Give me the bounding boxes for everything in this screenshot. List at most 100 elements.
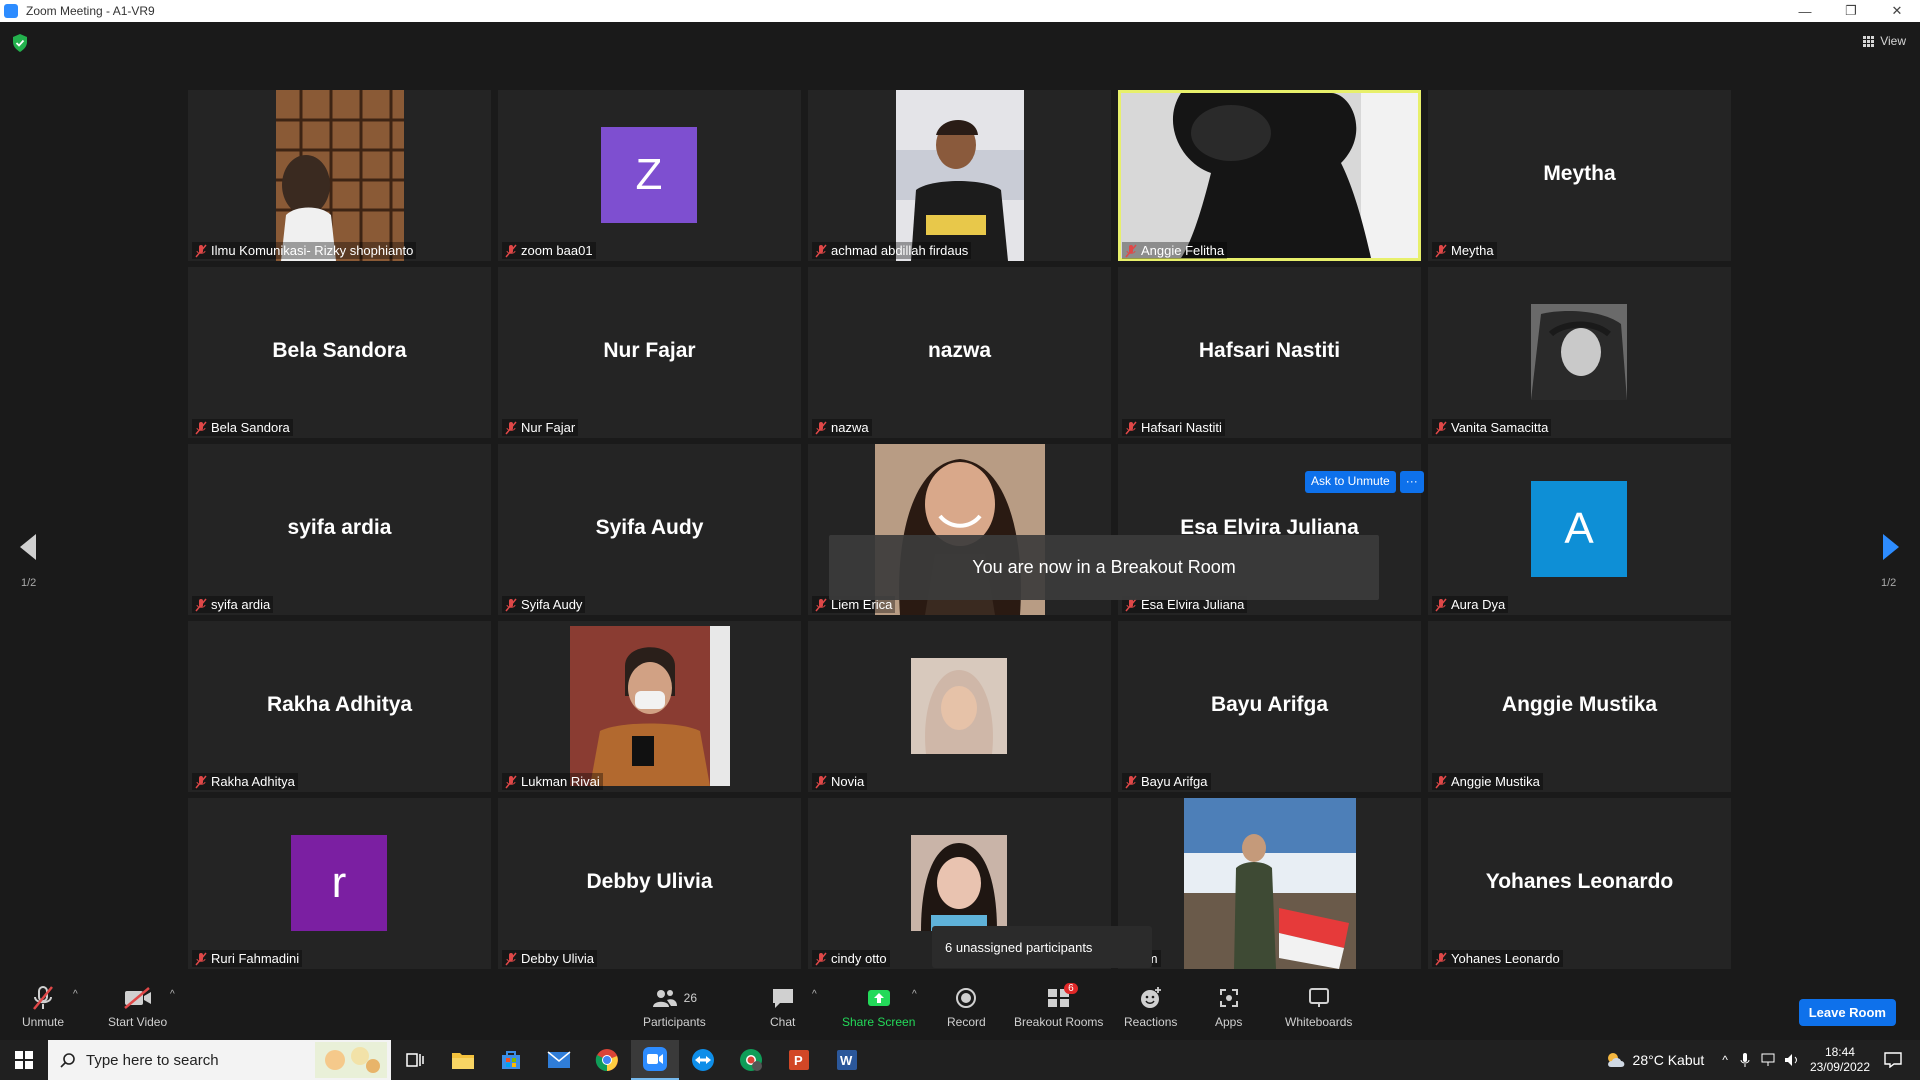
- mail-taskbar-button[interactable]: [535, 1040, 583, 1080]
- participant-tile[interactable]: Debby Ulivia Debby Ulivia: [498, 798, 801, 969]
- breakout-rooms-label: Breakout Rooms: [1014, 1015, 1104, 1029]
- microphone-in-use-icon[interactable]: [1740, 1052, 1750, 1068]
- participant-tile[interactable]: Syifa Audy Syifa Audy: [498, 444, 801, 615]
- notification-center-icon[interactable]: [1884, 1052, 1902, 1068]
- participant-name: Meytha: [1451, 243, 1494, 258]
- file-explorer-taskbar-button[interactable]: [439, 1040, 487, 1080]
- whiteboards-button[interactable]: Whiteboards: [1285, 983, 1352, 1029]
- chrome-taskbar-button[interactable]: [583, 1040, 631, 1080]
- whiteboards-label: Whiteboards: [1285, 1015, 1353, 1029]
- participant-name-label: Ilmu Komunikasi- Rizky shophianto: [192, 242, 417, 259]
- participant-display-name: syifa ardia: [287, 516, 392, 539]
- network-icon[interactable]: [1760, 1053, 1776, 1067]
- participant-tile[interactable]: r Ruri Fahmadini: [188, 798, 491, 969]
- task-view-icon: [406, 1053, 424, 1067]
- volume-icon[interactable]: [1784, 1053, 1800, 1067]
- muted-mic-icon: [815, 598, 827, 611]
- muted-mic-icon: [505, 244, 517, 257]
- participant-name: achmad abdillah firdaus: [831, 243, 969, 258]
- start-video-button[interactable]: Start Video: [108, 983, 167, 1029]
- participant-name-label: Ruri Fahmadini: [192, 950, 303, 967]
- participant-video-thumbnail: [276, 90, 404, 261]
- participants-count: 26: [683, 991, 698, 1005]
- system-clock[interactable]: 18:44 23/09/2022: [1810, 1045, 1870, 1075]
- participant-tile[interactable]: Yohanes Leonardo Yohanes Leonardo: [1428, 798, 1731, 969]
- more-options-button[interactable]: ···: [1399, 471, 1424, 493]
- prev-page-arrow-icon[interactable]: [18, 532, 38, 562]
- video-options-caret-icon[interactable]: ^: [170, 989, 175, 1000]
- chat-button[interactable]: Chat: [770, 983, 795, 1029]
- zoom-app-icon: [4, 4, 18, 18]
- minimize-button[interactable]: —: [1782, 0, 1828, 22]
- participant-name-label: Anggie Mustika: [1432, 773, 1543, 790]
- participant-name-label: Anggie Felitha: [1122, 242, 1228, 259]
- window-title: Zoom Meeting - A1-VR9: [26, 4, 155, 18]
- tray-chevron-icon[interactable]: ^: [1722, 1053, 1728, 1067]
- share-screen-button[interactable]: Share Screen: [842, 983, 915, 1029]
- chrome-profile-taskbar-button[interactable]: [727, 1040, 775, 1080]
- apps-button[interactable]: Apps: [1215, 983, 1242, 1029]
- unmute-button[interactable]: Unmute: [22, 983, 64, 1029]
- participant-tile[interactable]: Hafsari Nastiti Hafsari Nastiti: [1118, 267, 1421, 438]
- participant-tile[interactable]: Rakha Adhitya Rakha Adhitya: [188, 621, 491, 792]
- apps-icon: [1219, 989, 1238, 1007]
- participant-tile[interactable]: Nur Fajar Nur Fajar: [498, 267, 801, 438]
- participant-tile[interactable]: Bela Sandora Bela Sandora: [188, 267, 491, 438]
- next-page-arrow-icon[interactable]: [1881, 532, 1901, 562]
- teamviewer-taskbar-button[interactable]: [679, 1040, 727, 1080]
- participant-display-name: Syifa Audy: [595, 516, 704, 539]
- muted-mic-icon: [33, 986, 53, 1010]
- restore-button[interactable]: ❐: [1828, 0, 1874, 22]
- participant-tile[interactable]: syifa ardia syifa ardia: [188, 444, 491, 615]
- participant-tile[interactable]: Lukman Rivai: [498, 621, 801, 792]
- reactions-button[interactable]: Reactions: [1124, 983, 1177, 1029]
- start-button[interactable]: [0, 1040, 48, 1080]
- powerpoint-taskbar-button[interactable]: P: [775, 1040, 823, 1080]
- participant-profile-photo: [911, 658, 1007, 754]
- participant-tile[interactable]: Bayu Arifga Bayu Arifga: [1118, 621, 1421, 792]
- encryption-shield-icon[interactable]: [12, 34, 28, 52]
- taskbar-search-box[interactable]: Type here to search: [48, 1040, 391, 1080]
- ask-to-unmute-button[interactable]: Ask to Unmute: [1305, 471, 1396, 493]
- participants-button[interactable]: 26 Participants: [643, 983, 706, 1029]
- participant-tile-active-speaker[interactable]: Anggie Felitha: [1118, 90, 1421, 261]
- participant-tile[interactable]: Ilmu Komunikasi- Rizky shophianto: [188, 90, 491, 261]
- participant-tile[interactable]: nazwa nazwa: [808, 267, 1111, 438]
- word-taskbar-button[interactable]: W: [823, 1040, 871, 1080]
- view-button[interactable]: View: [1863, 34, 1906, 48]
- chat-options-caret-icon[interactable]: ^: [812, 989, 817, 1000]
- store-taskbar-button[interactable]: [487, 1040, 535, 1080]
- chat-label: Chat: [770, 1015, 796, 1029]
- chrome-icon: [595, 1049, 618, 1072]
- leave-room-button[interactable]: Leave Room: [1798, 999, 1896, 1026]
- participant-tile[interactable]: Novia: [808, 621, 1111, 792]
- participant-name-label: Syifa Audy: [502, 596, 586, 613]
- zoom-taskbar-button[interactable]: [631, 1040, 679, 1080]
- participant-tile[interactable]: dham: [1118, 798, 1421, 969]
- window-controls: — ❐ ✕: [1782, 0, 1920, 22]
- whiteboard-icon: [1308, 988, 1329, 1007]
- breakout-room-toast: You are now in a Breakout Room: [829, 535, 1379, 600]
- record-button[interactable]: Record: [947, 983, 986, 1029]
- participant-display-name: Yohanes Leonardo: [1485, 870, 1674, 893]
- breakout-rooms-button[interactable]: 6 Breakout Rooms: [1014, 983, 1103, 1029]
- unassigned-participants-popup[interactable]: 6 unassigned participants: [932, 926, 1152, 968]
- participant-avatar: Z: [601, 127, 697, 223]
- weather-text[interactable]: 28°C Kabut: [1633, 1052, 1705, 1068]
- share-options-caret-icon[interactable]: ^: [912, 989, 917, 1000]
- participant-name: Ruri Fahmadini: [211, 951, 300, 966]
- participant-tile[interactable]: Z zoom baa01: [498, 90, 801, 261]
- participant-display-name: Bela Sandora: [272, 339, 407, 362]
- window-titlebar: Zoom Meeting - A1-VR9 — ❐ ✕: [0, 0, 1920, 22]
- participant-tile[interactable]: A Aura Dya: [1428, 444, 1731, 615]
- participant-tile[interactable]: Meytha Meytha: [1428, 90, 1731, 261]
- participant-tile[interactable]: Vanita Samacitta: [1428, 267, 1731, 438]
- smiley-plus-icon: [1140, 987, 1161, 1008]
- audio-options-caret-icon[interactable]: ^: [73, 989, 78, 1000]
- participant-tile[interactable]: achmad abdillah firdaus: [808, 90, 1111, 261]
- task-view-button[interactable]: [391, 1040, 439, 1080]
- participant-tile[interactable]: Anggie Mustika Anggie Mustika: [1428, 621, 1731, 792]
- close-button[interactable]: ✕: [1874, 0, 1920, 22]
- participant-gallery: Ilmu Komunikasi- Rizky shophianto Z zoom…: [188, 90, 1732, 975]
- participant-name: cindy otto: [831, 951, 887, 966]
